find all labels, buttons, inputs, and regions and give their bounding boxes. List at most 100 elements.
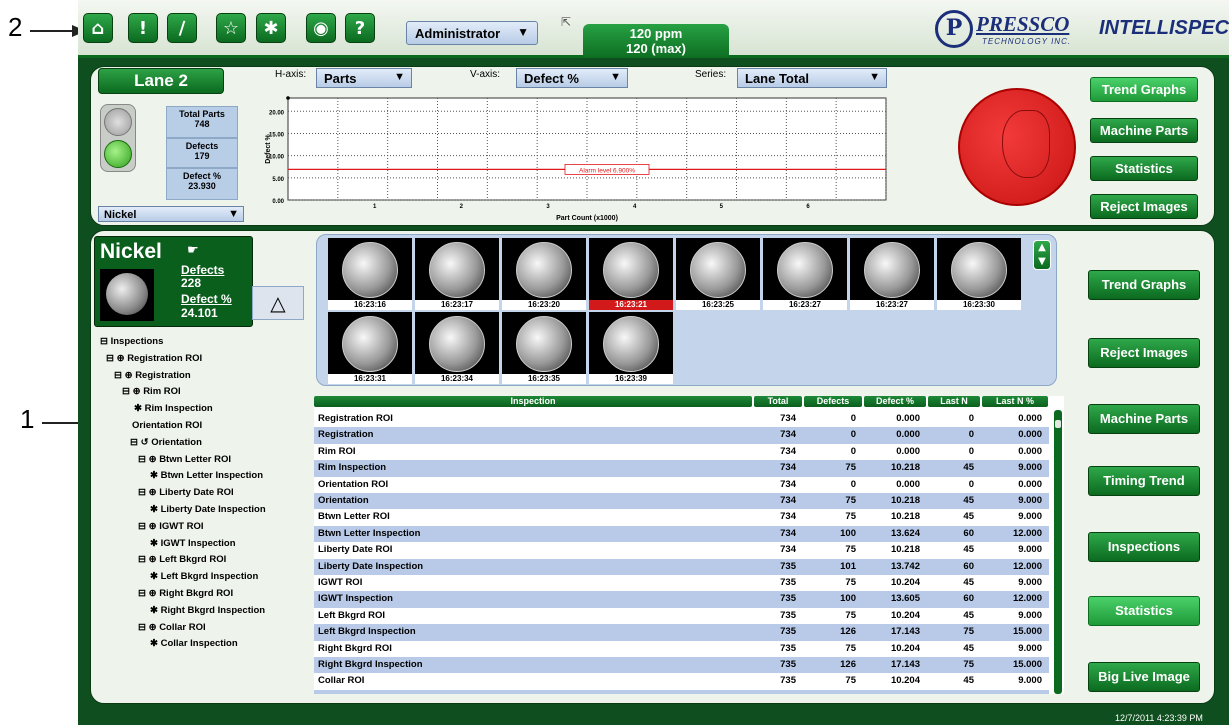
table-row[interactable]: Orientation ROI 734 0 0.000 0 0.000 [314, 476, 1049, 493]
tree-node[interactable]: ⊟ ↺ Orientation [130, 437, 202, 448]
tree-node[interactable]: ⊟ ⊕ Btwn Letter ROI [138, 454, 231, 465]
tree-node[interactable]: ⊟ ⊕ Liberty Date ROI [138, 487, 234, 498]
table-row[interactable]: Btwn Letter Inspection 734 100 13.624 60 12.0… [314, 525, 1049, 543]
part-thumbnail [100, 269, 154, 321]
table-cell: 735 [780, 593, 796, 605]
tree-node[interactable]: ⊟ ⊕ Collar ROI [138, 622, 206, 633]
table-row[interactable]: Liberty Date ROI 734 75 10.218 45 9.000 [314, 542, 1049, 559]
table-row[interactable]: Left Bkgrd ROI 735 75 10.204 45 9.000 [314, 607, 1049, 625]
table-cell: Left Bkgrd Inspection [318, 626, 416, 638]
reject-thumbnail[interactable]: 16:23:39 [589, 312, 673, 384]
reject-thumbnail[interactable]: 16:23:34 [415, 312, 499, 384]
column-header[interactable]: Total [754, 396, 802, 407]
compass-tool-button[interactable]: △ [252, 286, 304, 320]
defect-percent-link[interactable]: Defect % [181, 292, 232, 306]
table-cell: 45 [963, 544, 974, 556]
tree-node[interactable]: ⊟ ⊕ Registration ROI [106, 353, 202, 364]
table-row[interactable]: Rim Inspection 734 75 10.218 45 9.000 [314, 460, 1049, 477]
table-row[interactable]: IGWT Inspection 735 100 13.605 60 12.000 [314, 591, 1049, 608]
thumbnail-time: 16:23:39 [589, 374, 673, 384]
nav-button-reject-images[interactable]: Reject Images [1088, 338, 1200, 368]
reject-thumbnail[interactable]: 16:23:30 [937, 238, 1021, 310]
nav-button-trend-graphs[interactable]: Trend Graphs [1088, 270, 1200, 300]
tree-node[interactable]: ✱ Rim Inspection [134, 403, 213, 414]
column-header[interactable]: Last N % [982, 396, 1048, 407]
nav-button-machine-parts[interactable]: Machine Parts [1088, 404, 1200, 434]
coin-image [516, 316, 572, 372]
strip-scroll-button[interactable]: ▲ ▼ [1033, 240, 1051, 270]
reject-thumbnail[interactable]: 16:23:27 [850, 238, 934, 310]
table-row[interactable]: Registration ROI 734 0 0.000 0 0.000 [314, 411, 1049, 428]
intellispec-logo: INTELLISPEC [1099, 17, 1229, 39]
series-dropdown[interactable]: Lane Total ▼ [737, 68, 887, 88]
wand-icon[interactable]: ✱ [256, 13, 286, 43]
nav-button-statistics[interactable]: Statistics [1088, 596, 1200, 626]
tree-node[interactable]: ✱ Left Bkgrd Inspection [150, 571, 258, 582]
reject-thumbnail[interactable]: 16:23:27 [763, 238, 847, 310]
part-select-dropdown[interactable]: Nickel ▼ [98, 206, 244, 222]
tree-node[interactable]: ✱ Btwn Letter Inspection [150, 470, 263, 481]
trend-graphs-button-top[interactable]: Trend Graphs [1090, 77, 1198, 102]
tree-node[interactable]: ⊟ ⊕ IGWT ROI [138, 521, 204, 532]
table-row[interactable]: Liberty Date Inspection 735 101 13.742 60 12.… [314, 558, 1049, 575]
nav-button-big-live-image[interactable]: Big Live Image [1088, 662, 1200, 692]
nav-button-timing-trend[interactable]: Timing Trend [1088, 466, 1200, 496]
tree-node[interactable]: ⊟ Inspections [100, 336, 163, 347]
tree-node[interactable]: ⊟ ⊕ Left Bkgrd ROI [138, 554, 226, 565]
column-header[interactable]: Defect % [864, 396, 926, 407]
table-cell: 9.000 [1018, 577, 1042, 588]
table-cell: 12.000 [1012, 527, 1042, 539]
home-icon[interactable]: ⌂ [83, 13, 113, 43]
table-cell: 9.000 [1018, 642, 1042, 654]
table-row[interactable]: Right Bkgrd ROI 735 75 10.204 45 9.000 [314, 640, 1049, 657]
reject-thumbnail[interactable]: 16:23:35 [502, 312, 586, 384]
tree-node[interactable]: ⊟ ⊕ Right Bkgrd ROI [138, 588, 233, 599]
coin-image [342, 316, 398, 372]
scroll-thumb[interactable] [1055, 420, 1061, 428]
table-cell: 75 [845, 495, 856, 506]
table-row[interactable]: Right Bkgrd Inspection 735 126 17.143 75 15.0… [314, 657, 1049, 674]
reject-thumbnail[interactable]: 16:23:20 [502, 238, 586, 310]
stat-total-parts: Total Parts 748 [166, 106, 238, 138]
reject-thumbnail[interactable]: 16:23:31 [328, 312, 412, 384]
table-cell: 75 [845, 577, 856, 588]
table-cell: 13.742 [890, 560, 920, 572]
star-icon[interactable]: ☆ [216, 13, 246, 43]
v-axis-dropdown[interactable]: Defect % ▼ [516, 68, 628, 88]
statistics-button-top[interactable]: Statistics [1090, 156, 1198, 181]
h-axis-dropdown[interactable]: Parts ▼ [316, 68, 412, 88]
globe-icon[interactable]: ◉ [306, 13, 336, 43]
reject-thumbnail[interactable]: 16:23:16 [328, 238, 412, 310]
table-row[interactable]: Rim ROI 734 0 0.000 0 0.000 [314, 443, 1049, 461]
reject-thumbnail[interactable]: 16:23:21 [589, 238, 673, 310]
tree-node[interactable]: Orientation ROI [132, 420, 202, 431]
defects-link[interactable]: Defects [181, 263, 224, 277]
tree-node[interactable]: ✱ IGWT Inspection [150, 538, 236, 549]
throughput-rate: 120 ppm [629, 26, 683, 41]
user-dropdown[interactable]: Administrator ▼ [406, 21, 538, 45]
column-header[interactable]: Last N [928, 396, 980, 407]
throughput-tab[interactable]: 120 ppm 120 (max) [583, 24, 729, 58]
reject-thumbnail[interactable]: 16:23:25 [676, 238, 760, 310]
alert-icon[interactable]: ! [128, 13, 158, 43]
machine-parts-button-top[interactable]: Machine Parts [1090, 118, 1198, 143]
nav-button-inspections[interactable]: Inspections [1088, 532, 1200, 562]
tree-node[interactable]: ✱ Liberty Date Inspection [150, 504, 266, 515]
tools-icon[interactable]: ∕ [167, 13, 197, 43]
table-row[interactable]: Left Bkgrd Inspection 735 126 17.143 75 15.00… [314, 624, 1049, 641]
help-icon[interactable]: ? [345, 13, 375, 43]
column-header[interactable]: Defects [804, 396, 862, 407]
table-row[interactable]: Btwn Letter ROI 734 75 10.218 45 9.000 [314, 509, 1049, 526]
table-row[interactable]: Registration 734 0 0.000 0 0.000 [314, 427, 1049, 444]
table-row[interactable]: IGWT ROI 735 75 10.204 45 9.000 [314, 575, 1049, 592]
column-header[interactable]: Inspection [314, 396, 752, 407]
tree-node[interactable]: ⊟ ⊕ Registration [114, 370, 191, 381]
tree-node[interactable]: ✱ Collar Inspection [150, 638, 238, 649]
reject-thumbnail[interactable]: 16:23:17 [415, 238, 499, 310]
tree-node[interactable]: ✱ Right Bkgrd Inspection [150, 605, 265, 616]
reject-images-button-top[interactable]: Reject Images [1090, 194, 1198, 219]
table-row[interactable]: Collar ROI 735 75 10.204 45 9.000 [314, 673, 1049, 690]
table-scrollbar[interactable] [1054, 410, 1062, 694]
table-row[interactable]: Orientation 734 75 10.218 45 9.000 [314, 493, 1049, 510]
tree-node[interactable]: ⊟ ⊕ Rim ROI [122, 386, 181, 397]
